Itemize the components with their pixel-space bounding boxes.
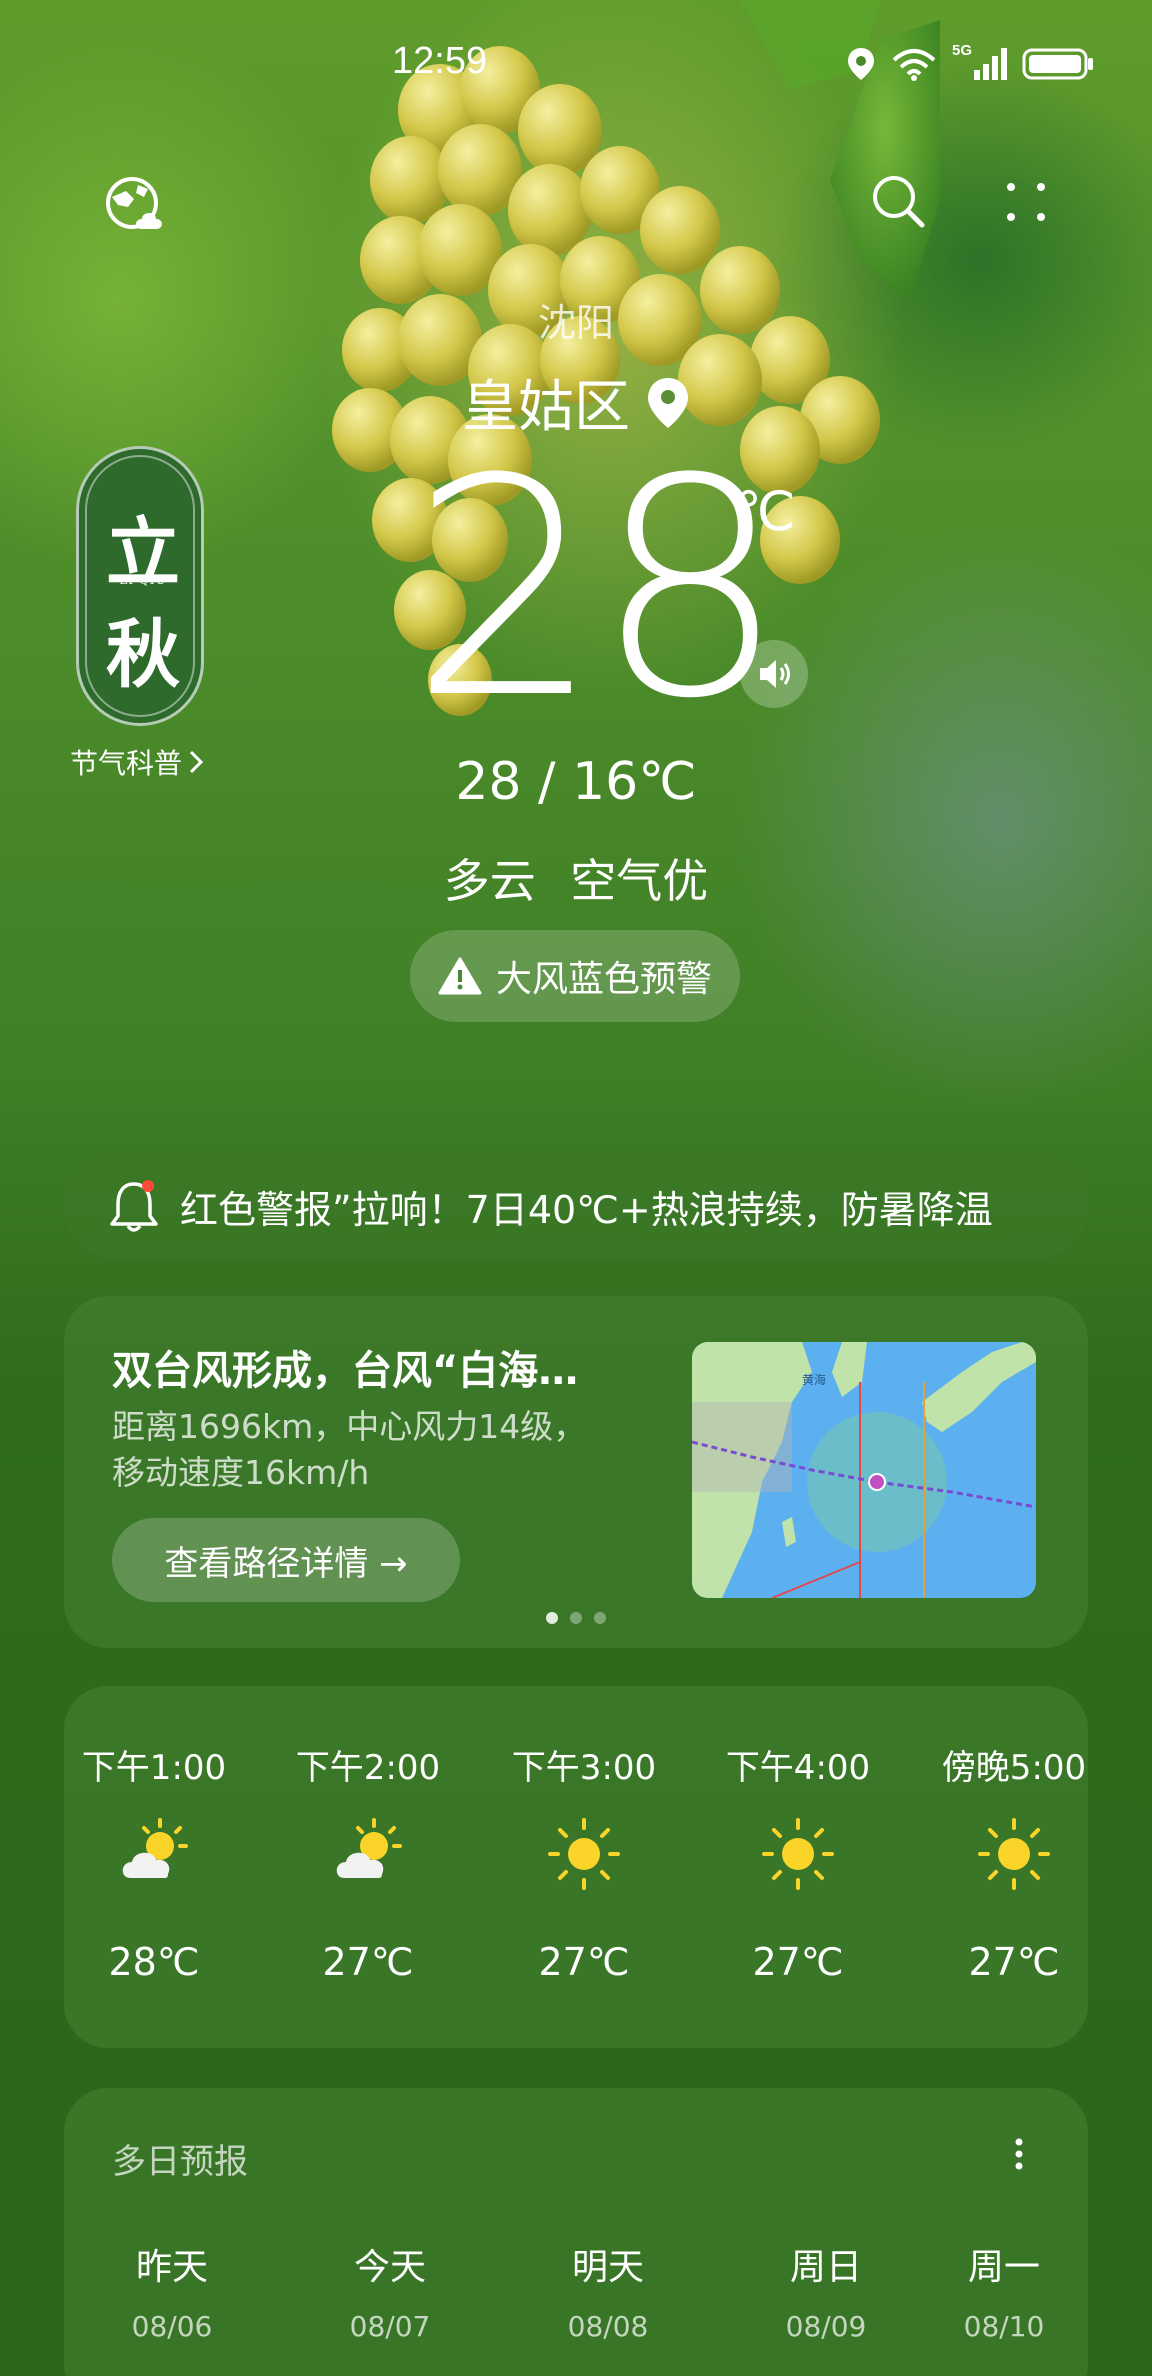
- cellular-signal-icon: 5G: [952, 42, 1008, 82]
- solar-term-pinyin: LI QIU: [119, 573, 167, 587]
- day-date: 08/10: [963, 2310, 1045, 2343]
- temperature-unit: ℃: [735, 480, 796, 543]
- day-name: 今天: [353, 2247, 426, 2288]
- day-item[interactable]: 今天 08/07: [310, 2238, 470, 2343]
- partly-cloudy-icon: [122, 1818, 188, 1878]
- globe-icon: [106, 177, 162, 229]
- hour-temp: 28℃: [108, 1940, 200, 1984]
- day-date: 08/06: [131, 2310, 213, 2343]
- city-name: 沈阳: [537, 301, 614, 345]
- hour-temp: 27℃: [538, 1940, 630, 1984]
- daily-forecast-card[interactable]: 多日预报 昨天 08/06 今天 08/07 明天 08/08 周日 08/09…: [64, 2088, 1088, 2376]
- vertical-dots-icon: [1015, 2138, 1023, 2170]
- hour-time: 下午4:00: [725, 1748, 871, 1788]
- map-label-sea: 黄海: [802, 1372, 826, 1387]
- view-path-button[interactable]: 查看路径详情 →: [112, 1518, 460, 1602]
- day-date: 08/07: [349, 2310, 431, 2343]
- solar-term-badge[interactable]: 立 LI QIU 秋: [76, 446, 204, 726]
- hour-temp: 27℃: [322, 1940, 414, 1984]
- news-banner[interactable]: 红色警报”拉响！7日40℃+热浪持续，防暑降温: [64, 1152, 1088, 1260]
- day-name: 昨天: [135, 2247, 208, 2288]
- chevron-right-icon: [189, 750, 204, 774]
- hourly-forecast-card[interactable]: 下午1:00 28℃ 下午2:00 27℃ 下午3:00 27℃ 下午4:00 …: [64, 1686, 1088, 2048]
- city-management-button[interactable]: [100, 172, 170, 236]
- day-item[interactable]: 昨天 08/06: [92, 2238, 252, 2343]
- warning-label: 大风蓝色预警: [495, 959, 712, 1000]
- day-name: 明天: [571, 2247, 644, 2288]
- sun-icon: [762, 1818, 834, 1890]
- carousel-dot: [594, 1612, 606, 1624]
- hour-time: 傍晚5:00: [941, 1748, 1087, 1788]
- typhoon-desc-line-1: 距离1696km，中心风力14级，: [112, 1407, 587, 1446]
- day-item[interactable]: 明天 08/08: [528, 2238, 688, 2343]
- typhoon-map-image: 黄海: [692, 1342, 1036, 1598]
- status-icons: 5G: [846, 42, 1094, 82]
- carousel-dot: [570, 1612, 582, 1624]
- carousel-dots: [64, 1612, 1088, 1624]
- hour-time: 下午2:00: [295, 1748, 441, 1788]
- day-name: 周一: [967, 2247, 1040, 2288]
- daily-forecast-title: 多日预报: [112, 2142, 248, 2182]
- search-button[interactable]: [868, 170, 928, 234]
- hour-temp: 27℃: [968, 1940, 1060, 1984]
- hour-time: 下午1:00: [81, 1748, 227, 1788]
- day-item[interactable]: 周日 08/09: [746, 2238, 906, 2343]
- solar-term-info-link[interactable]: 节气科普: [70, 742, 204, 782]
- location-status-icon: [848, 48, 874, 80]
- hour-time: 下午3:00: [511, 1748, 657, 1788]
- wifi-icon: [892, 49, 936, 81]
- day-date: 08/09: [785, 2310, 867, 2343]
- typhoon-card[interactable]: 双台风形成，台风“白海… 距离1696km，中心风力14级， 移动速度16km/…: [64, 1296, 1088, 1648]
- search-icon: [873, 176, 925, 228]
- daily-forecast-menu-button[interactable]: [1004, 2132, 1034, 2176]
- typhoon-map[interactable]: 黄海: [692, 1342, 1036, 1598]
- current-temperature: 28: [410, 415, 786, 764]
- more-options-button[interactable]: [996, 172, 1056, 232]
- typhoon-desc-line-2: 移动速度16km/h: [112, 1453, 370, 1492]
- speaker-icon: [760, 660, 790, 688]
- voice-broadcast-button[interactable]: [740, 640, 808, 708]
- partly-cloudy-icon: [336, 1818, 402, 1878]
- sun-icon: [548, 1818, 620, 1890]
- weather-condition: 多云 空气优: [443, 854, 709, 908]
- carousel-dot: [546, 1612, 558, 1624]
- more-dots-icon: [1007, 183, 1045, 221]
- news-banner-text: 红色警报”拉响！7日40℃+热浪持续，防暑降温: [180, 1187, 993, 1232]
- view-path-label: 查看路径详情 →: [164, 1543, 408, 1584]
- day-date: 08/08: [567, 2310, 649, 2343]
- solar-term-char-2: 秋: [106, 612, 180, 698]
- hour-temp: 27℃: [752, 1940, 844, 1984]
- solar-term-link-label: 节气科普: [70, 747, 183, 780]
- weather-warning-pill[interactable]: 大风蓝色预警: [410, 930, 740, 1022]
- alarm-bell-icon: [110, 1180, 158, 1232]
- battery-icon: [1022, 48, 1093, 80]
- typhoon-description: 距离1696km，中心风力14级， 移动速度16km/h: [112, 1404, 632, 1496]
- warning-triangle-icon: [438, 957, 482, 995]
- day-name: 周日: [789, 2247, 862, 2288]
- day-item[interactable]: 周一 08/10: [924, 2238, 1084, 2343]
- sun-icon: [978, 1818, 1050, 1890]
- status-time: 12:59: [392, 40, 488, 82]
- typhoon-title: 双台风形成，台风“白海…: [112, 1348, 579, 1394]
